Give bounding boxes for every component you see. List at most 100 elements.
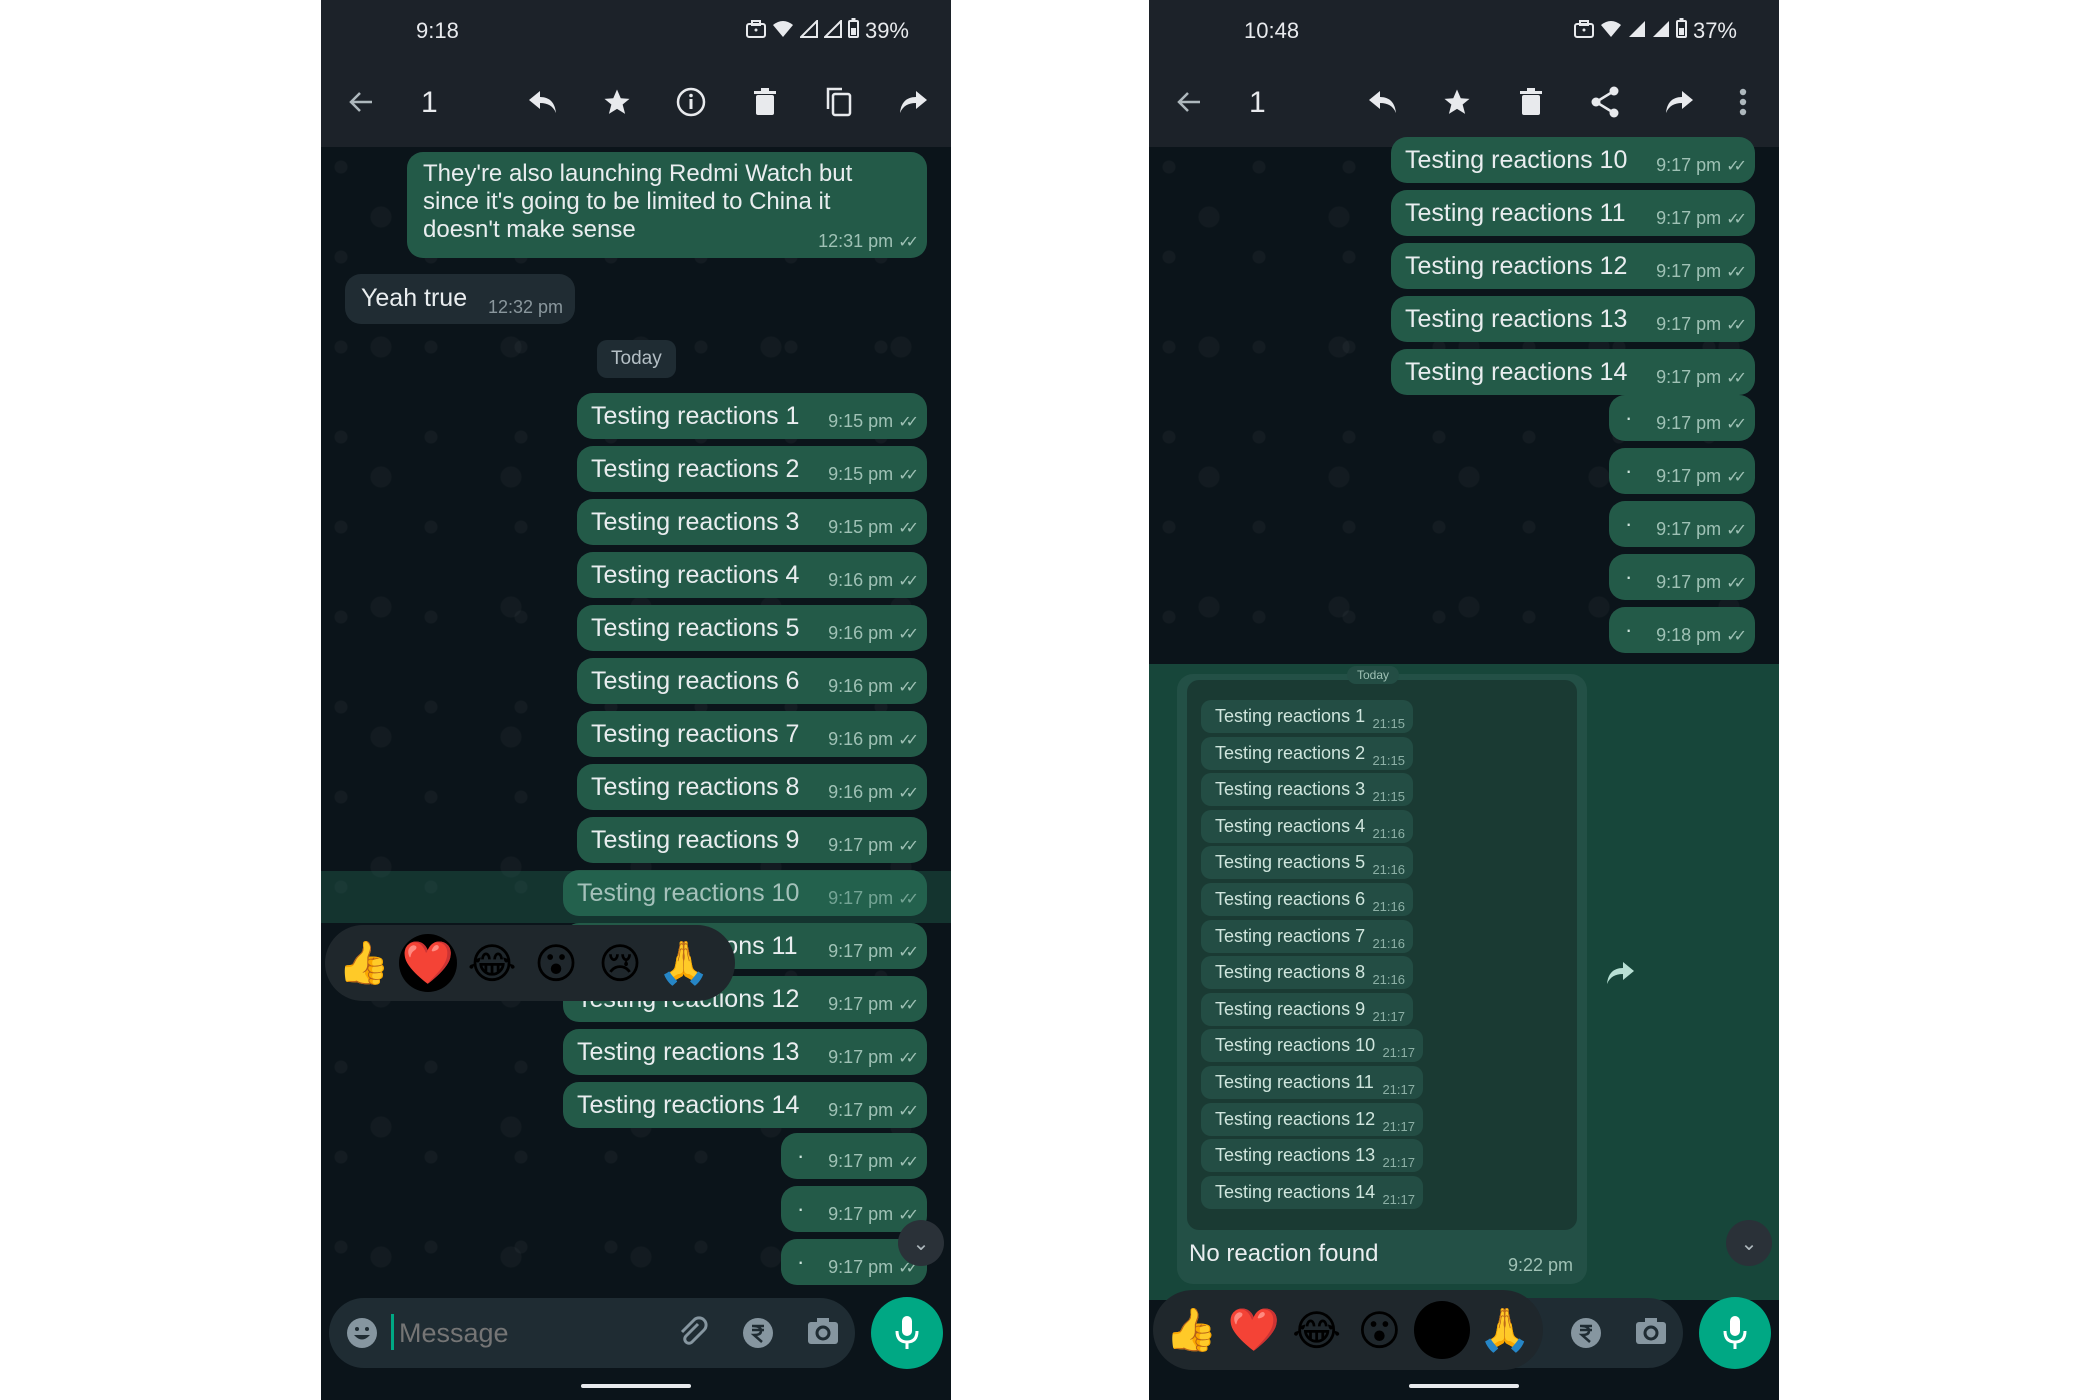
message-meta: 9:15 pm ✓✓ <box>828 464 919 485</box>
info-button[interactable] <box>669 82 713 126</box>
message-time: 9:17 pm <box>1656 519 1722 539</box>
read-ticks-icon: ✓✓ <box>898 572 919 590</box>
message-bubble[interactable]: Testing reactions 3 9:15 pm ✓✓ <box>577 499 927 545</box>
dot-message-bubble[interactable]: · 9:17 pm ✓✓ <box>781 1133 927 1179</box>
image-caption: No reaction found <box>1189 1240 1379 1267</box>
message-bubble[interactable]: Testing reactions 10 9:17 pm ✓✓ <box>1391 137 1755 183</box>
quoted-message-time: 21:15 <box>1372 789 1405 805</box>
surprised-face-icon[interactable]: 😮 <box>527 934 585 992</box>
message-bubble[interactable]: Testing reactions 12 9:17 pm✓✓ <box>1391 243 1755 289</box>
screenshot-image[interactable]: Today Testing reactions 1 21:15 Testing re… <box>1187 666 1577 1230</box>
message-bubble[interactable]: Testing reactions 8 9:16 pm ✓✓ <box>577 764 927 810</box>
quoted-message-time: 21:16 <box>1372 899 1405 914</box>
message-time: 12:32 pm <box>487 297 563 317</box>
message-bubble[interactable]: Testing reactions 2 9:15 pm ✓✓ <box>577 446 927 492</box>
reply-icon <box>528 89 558 120</box>
reply-button[interactable] <box>1361 82 1405 126</box>
message-text: Testing reactions 14 <box>577 1091 800 1119</box>
message-bubble[interactable]: Testing reactions 9 9:17 pm ✓✓ <box>577 817 927 863</box>
home-indicator[interactable] <box>1409 1384 1519 1388</box>
share-button[interactable] <box>1583 82 1627 126</box>
forward-button[interactable] <box>891 82 935 126</box>
star-icon <box>602 87 632 122</box>
message-bubble[interactable]: Testing reactions 13 9:17 pm ✓✓ <box>1391 296 1755 342</box>
message-bubble[interactable]: Testing reactions 11 9:17 pm✓✓ <box>1391 190 1755 236</box>
delete-button[interactable] <box>743 82 787 126</box>
dot-message-bubble[interactable]: · 9:17 pm ✓✓ <box>1609 501 1755 547</box>
crying-face-icon[interactable]: 😢 <box>591 934 649 992</box>
message-meta: 9:17 pm ✓✓ <box>1656 261 1747 282</box>
message-meta: 9:17 pm ✓✓ <box>1656 367 1747 388</box>
message-meta: 9:17 pm ✓✓ <box>1656 519 1747 540</box>
home-indicator[interactable] <box>581 1384 691 1388</box>
message-bubble[interactable]: They're also launching Redmi Watch but s… <box>407 152 927 258</box>
red-heart-icon[interactable]: ❤️ <box>399 934 457 992</box>
message-bubble[interactable]: Testing reactions 5 9:16 pm ✓✓ <box>577 605 927 651</box>
message-bubble[interactable]: Testing reactions 14 9:17 pm ✓✓ <box>1391 349 1755 395</box>
emoji-button[interactable] <box>345 1316 379 1355</box>
tears-of-joy-icon[interactable]: 😂 <box>1288 1301 1345 1359</box>
message-time: 9:15 pm <box>828 464 894 484</box>
crying-face-icon[interactable]: 😢 <box>1413 1301 1471 1359</box>
star-button[interactable] <box>595 82 639 126</box>
message-meta: 9:17 pm ✓✓ <box>828 1257 919 1278</box>
payment-button[interactable] <box>1569 1316 1603 1355</box>
message-bubble[interactable]: Testing reactions 7 9:16 pm ✓✓ <box>577 711 927 757</box>
copy-button[interactable] <box>817 82 861 126</box>
attach-button[interactable] <box>674 1314 710 1355</box>
read-ticks-icon: ✓✓ <box>898 466 919 484</box>
message-input[interactable] <box>397 1310 651 1356</box>
dot-message-bubble[interactable]: · 9:17 pm ✓✓ <box>1609 448 1755 494</box>
scroll-to-bottom-button[interactable]: ⌄ <box>1726 1220 1772 1266</box>
folded-hands-icon[interactable]: 🙏 <box>655 934 713 992</box>
quoted-message-text: Testing reactions 5 <box>1215 852 1366 873</box>
message-bubble[interactable]: Testing reactions 13 9:17 pm ✓✓ <box>563 1029 927 1075</box>
message-bubble[interactable]: Testing reactions 1 9:15 pm ✓✓ <box>577 393 927 439</box>
message-bubble[interactable]: Testing reactions 4 9:16 pm ✓✓ <box>577 552 927 598</box>
dot-message-bubble[interactable]: · 9:17 pm ✓✓ <box>1609 395 1755 441</box>
red-heart-icon[interactable]: ❤️ <box>1226 1301 1283 1359</box>
message-meta: 9:15 pm ✓✓ <box>828 411 919 432</box>
message-text: Testing reactions 10 <box>1405 146 1628 174</box>
voice-record-button[interactable] <box>871 1297 943 1369</box>
message-bubble[interactable]: Testing reactions 6 9:16 pm ✓✓ <box>577 658 927 704</box>
quoted-message-text: Testing reactions 4 <box>1215 815 1366 836</box>
phone-left: 9:18 39% 1 They're also launching Redmi … <box>321 0 951 1400</box>
message-time: 9:16 pm <box>828 729 894 749</box>
star-button[interactable] <box>1435 82 1479 126</box>
image-message-bubble[interactable]: Today Testing reactions 1 21:15 Testing re… <box>1177 666 1587 1284</box>
more-options-button[interactable] <box>1721 82 1765 126</box>
voice-record-button[interactable] <box>1699 1297 1771 1369</box>
scroll-to-bottom-button[interactable]: ⌄ <box>898 1220 944 1266</box>
selected-count: 1 <box>1249 86 1266 119</box>
thumbs-up-icon[interactable]: 👍 <box>335 934 393 992</box>
camera-button[interactable] <box>807 1317 839 1350</box>
chat-area[interactable]: They're also launching Redmi Watch but s… <box>321 147 951 1290</box>
quoted-message: Testing reactions 14 21:17 <box>1201 1175 1423 1209</box>
read-ticks-icon: ✓✓ <box>898 519 919 537</box>
message-text: · <box>1625 458 1633 483</box>
payment-button[interactable] <box>741 1316 775 1355</box>
message-time: 9:17 pm <box>828 835 894 855</box>
forward-shortcut-button[interactable] <box>1604 960 1636 991</box>
folded-hands-icon[interactable]: 🙏 <box>1476 1301 1533 1359</box>
back-button[interactable] <box>339 82 383 126</box>
message-time: 9:17 pm <box>828 1257 894 1277</box>
message-bubble-incoming[interactable]: Yeah true 12:32 pm <box>345 274 575 324</box>
delete-button[interactable] <box>1509 82 1553 126</box>
message-bubble[interactable]: Testing reactions 14 9:17 pm ✓✓ <box>563 1082 927 1128</box>
surprised-face-icon[interactable]: 😮 <box>1351 1301 1408 1359</box>
back-button[interactable] <box>1167 82 1211 126</box>
work-profile-icon <box>745 18 766 44</box>
dot-message-bubble[interactable]: · 9:18 pm ✓✓ <box>1609 607 1755 653</box>
dot-message-bubble[interactable]: · 9:17 pm ✓✓ <box>1609 554 1755 600</box>
message-time: 9:16 pm <box>828 676 894 696</box>
message-time: 9:15 pm <box>828 411 894 431</box>
camera-button[interactable] <box>1635 1317 1667 1350</box>
reply-button[interactable] <box>521 82 565 126</box>
message-text: Yeah true <box>361 284 468 312</box>
tears-of-joy-icon[interactable]: 😂 <box>463 934 521 992</box>
forward-button[interactable] <box>1657 82 1701 126</box>
quoted-message: Testing reactions 11 21:17 <box>1201 1066 1423 1099</box>
thumbs-up-icon[interactable]: 👍 <box>1163 1301 1220 1359</box>
